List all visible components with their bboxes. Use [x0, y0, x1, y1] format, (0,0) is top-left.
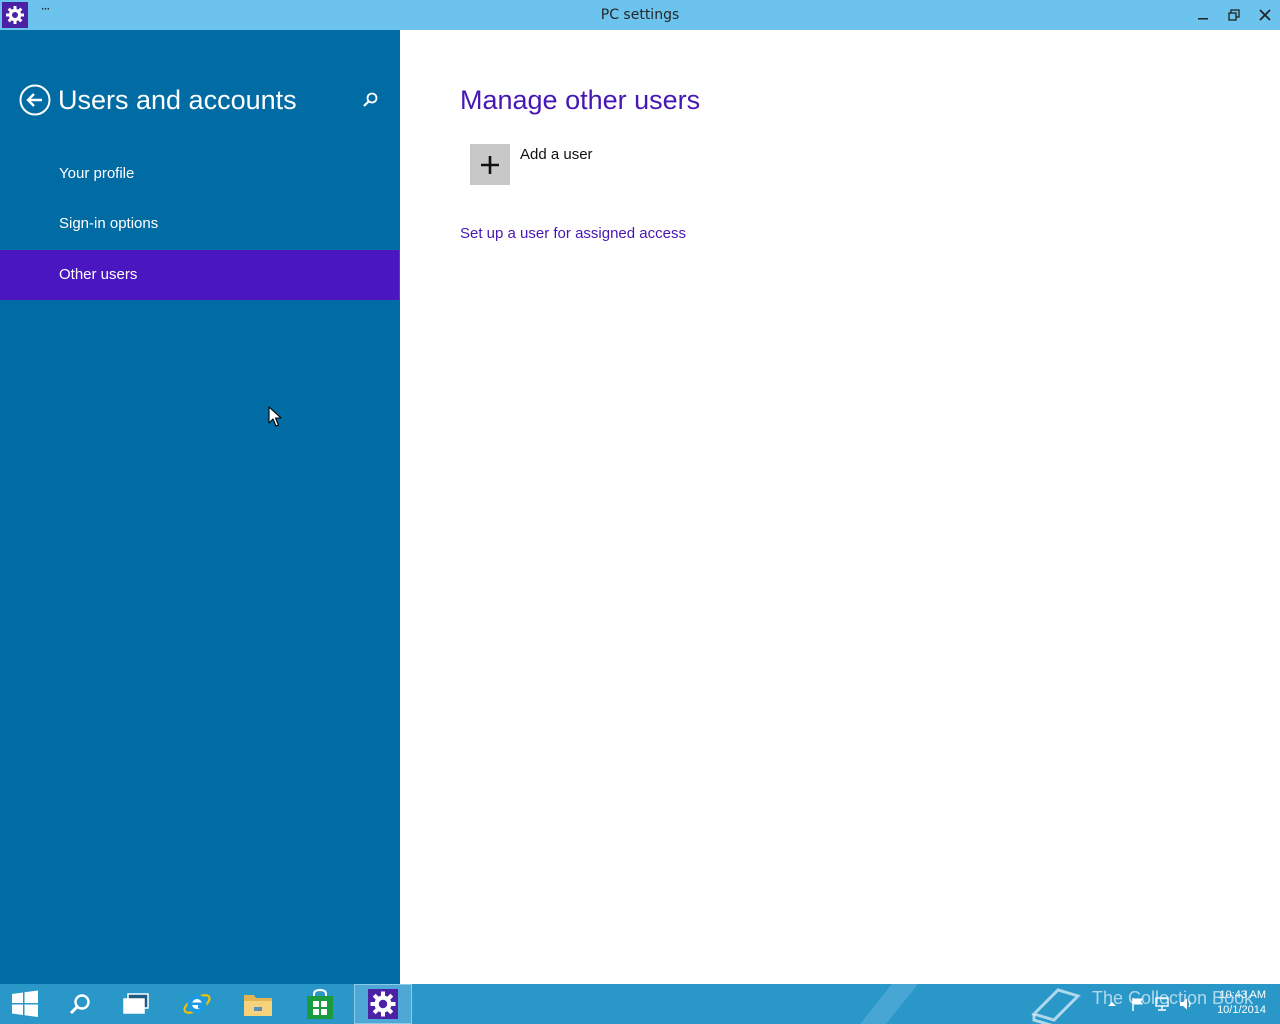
close-icon [1259, 9, 1271, 21]
sidebar-item-other-users[interactable]: Other users [0, 250, 399, 300]
restore-button[interactable] [1219, 0, 1249, 30]
add-user-button[interactable]: Add a user [470, 144, 593, 186]
add-user-label: Add a user [520, 146, 593, 163]
sidebar-item-your-profile[interactable]: Your profile [0, 149, 399, 199]
taskbar-clock[interactable]: 10:43 AM 10/1/2014 [1206, 988, 1266, 1018]
assigned-access-link[interactable]: Set up a user for assigned access [460, 225, 686, 242]
network-icon[interactable] [1154, 996, 1170, 1012]
page-title: Manage other users [460, 85, 701, 115]
taskbar-decoration [860, 984, 918, 1024]
gear-icon [368, 989, 398, 1019]
sidebar: Users and accounts Your profile Sign-in … [0, 30, 400, 984]
plus-icon [470, 144, 510, 185]
back-arrow-icon [19, 84, 51, 116]
restore-icon [1228, 9, 1240, 21]
store-button[interactable] [292, 984, 348, 1024]
clock-time: 10:43 AM [1219, 989, 1266, 1001]
back-button[interactable] [19, 84, 51, 116]
main-content: Manage other users Add a user Set up a u… [400, 30, 1280, 984]
store-bag-icon [307, 988, 333, 1019]
folder-icon [244, 995, 272, 1016]
window-title: PC settings [600, 7, 680, 23]
search-icon [69, 994, 90, 1015]
title-bar: ··· PC settings [0, 0, 1280, 30]
volume-icon[interactable] [1178, 996, 1194, 1012]
task-view-button[interactable] [108, 984, 164, 1024]
windows-logo-icon [12, 990, 38, 1017]
app-commands-button[interactable]: ··· [36, 3, 54, 20]
taskbar-search-button[interactable] [52, 984, 108, 1024]
file-explorer-button[interactable] [230, 984, 286, 1024]
taskbar: The Collection Book 10:43 AM 10/1/2014 [0, 984, 1280, 1024]
internet-explorer-icon [183, 994, 211, 1014]
book-icon [1031, 988, 1081, 1024]
action-center-flag-icon[interactable] [1130, 996, 1146, 1012]
mouse-cursor-icon [268, 406, 282, 427]
search-icon [363, 92, 378, 107]
start-button[interactable] [0, 984, 53, 1024]
show-hidden-icons-icon[interactable] [1104, 996, 1120, 1012]
search-button[interactable] [360, 90, 380, 110]
task-view-icon [123, 993, 149, 1014]
sidebar-title: Users and accounts [58, 85, 297, 115]
sidebar-item-sign-in-options[interactable]: Sign-in options [0, 199, 399, 249]
pc-settings-taskbar-button[interactable] [354, 984, 412, 1024]
gear-icon[interactable] [2, 2, 28, 28]
close-button[interactable] [1250, 0, 1280, 30]
internet-explorer-button[interactable] [169, 984, 225, 1024]
minimize-icon [1198, 18, 1208, 20]
clock-date: 10/1/2014 [1217, 1004, 1266, 1016]
minimize-button[interactable] [1188, 0, 1218, 30]
